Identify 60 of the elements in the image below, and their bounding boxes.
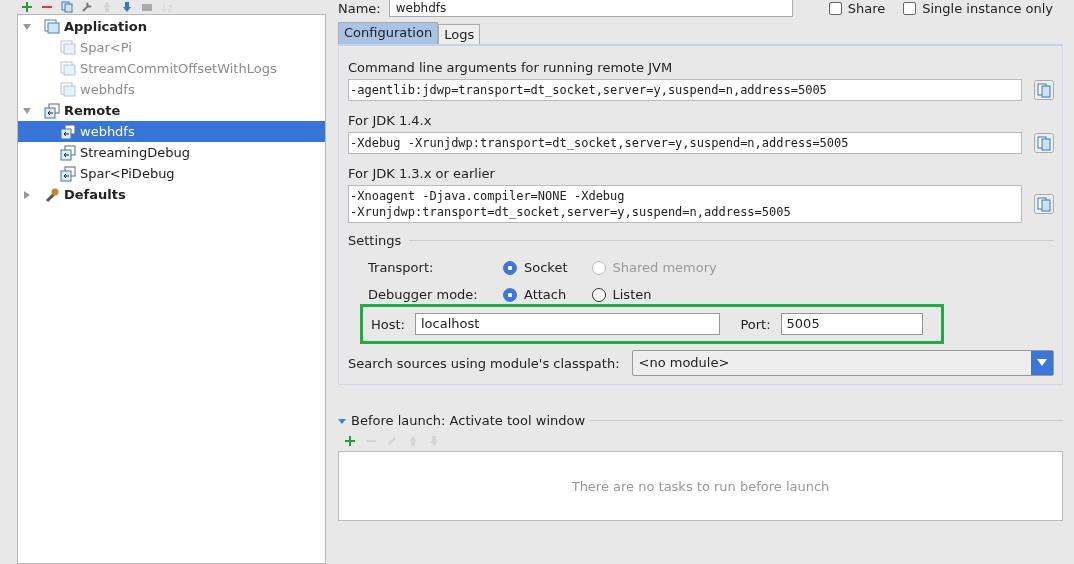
- add-icon[interactable]: [21, 1, 33, 13]
- host-label: Host:: [371, 316, 405, 332]
- radio-label: Shared memory: [612, 260, 717, 275]
- field-label: Command line arguments for running remote JVM: [348, 60, 674, 75]
- host-field[interactable]: localhost: [415, 313, 721, 335]
- copy-icon[interactable]: [1034, 194, 1055, 214]
- copy-icon[interactable]: [61, 1, 73, 13]
- arguments-field[interactable]: -Xnoagent -Djava.compiler=NONE -Xdebug -Xrunjdwp:transport=dt_socket,server=y,suspend=n,address=5005: [348, 185, 1023, 223]
- wrench-icon: [44, 186, 60, 203]
- name-label: Name:: [338, 0, 381, 16]
- window-icon: [44, 18, 60, 35]
- expanded-arrow-icon[interactable]: [338, 416, 346, 425]
- window-arrow-icon: [60, 123, 76, 140]
- field-label: For JDK 1.4.x: [348, 113, 433, 128]
- radio-label: Attach: [524, 287, 567, 302]
- wrench-icon[interactable]: [81, 1, 93, 13]
- tree-item[interactable]: Remote: [18, 100, 325, 121]
- option-label: Single instance only: [922, 0, 1054, 16]
- arguments-field[interactable]: -Xdebug -Xrunjdwp:transport=dt_socket,server=y,suspend=n,address=5005: [348, 132, 1023, 154]
- radio-label: Listen: [612, 287, 652, 302]
- tree-item[interactable]: Spar<PiDebug: [18, 163, 325, 184]
- arguments-field[interactable]: -agentlib:jdwp=transport=dt_socket,server=y,suspend=n,address=5005: [348, 79, 1023, 101]
- window-icon: [60, 39, 76, 56]
- section-title: Before launch: Activate tool window: [351, 413, 586, 428]
- field-label: For JDK 1.3.x or earlier: [348, 166, 496, 181]
- port-label: Port:: [740, 316, 771, 332]
- setting-label: Debugger mode:: [368, 287, 479, 302]
- checkbox[interactable]: [903, 1, 917, 15]
- module-dropdown[interactable]: <no module>: [631, 350, 1055, 376]
- window-icon: [60, 60, 76, 77]
- tree-item[interactable]: Defaults: [18, 184, 325, 205]
- down-arrow-icon[interactable]: [121, 1, 133, 13]
- copy-icon[interactable]: [1034, 133, 1055, 153]
- radio-button[interactable]: [503, 287, 517, 302]
- radio-label: Socket: [524, 260, 568, 275]
- caret-icon: [1037, 359, 1048, 367]
- tab[interactable]: Configuration: [338, 22, 439, 44]
- expanded-arrow-icon[interactable]: [22, 105, 32, 116]
- tree-item[interactable]: Application: [18, 16, 325, 37]
- section-title: Settings: [348, 233, 402, 248]
- port-field[interactable]: 5005: [780, 313, 923, 335]
- tree-item[interactable]: StreamingDebug: [18, 142, 325, 163]
- window-arrow-icon: [60, 144, 76, 161]
- collapsed-arrow-icon[interactable]: [22, 189, 32, 200]
- radio-button[interactable]: [503, 260, 517, 275]
- empty-message: There are no tasks to run before launch: [571, 478, 830, 494]
- expanded-arrow-icon[interactable]: [22, 21, 32, 32]
- window-arrow-icon: [60, 165, 76, 182]
- window-icon: [60, 81, 76, 98]
- classpath-label: Search sources using module's classpath:: [348, 355, 620, 371]
- name-field[interactable]: webhdfs: [388, 0, 793, 17]
- tab[interactable]: Logs: [438, 24, 481, 44]
- option-label: Share: [847, 0, 886, 16]
- setting-label: Transport:: [368, 260, 435, 275]
- window-arrow-icon: [44, 102, 60, 119]
- add-icon[interactable]: [344, 435, 356, 447]
- radio-button[interactable]: [591, 287, 606, 302]
- tree-item[interactable]: webhdfs: [18, 121, 325, 142]
- copy-icon[interactable]: [1034, 80, 1055, 100]
- checkbox[interactable]: [828, 1, 842, 15]
